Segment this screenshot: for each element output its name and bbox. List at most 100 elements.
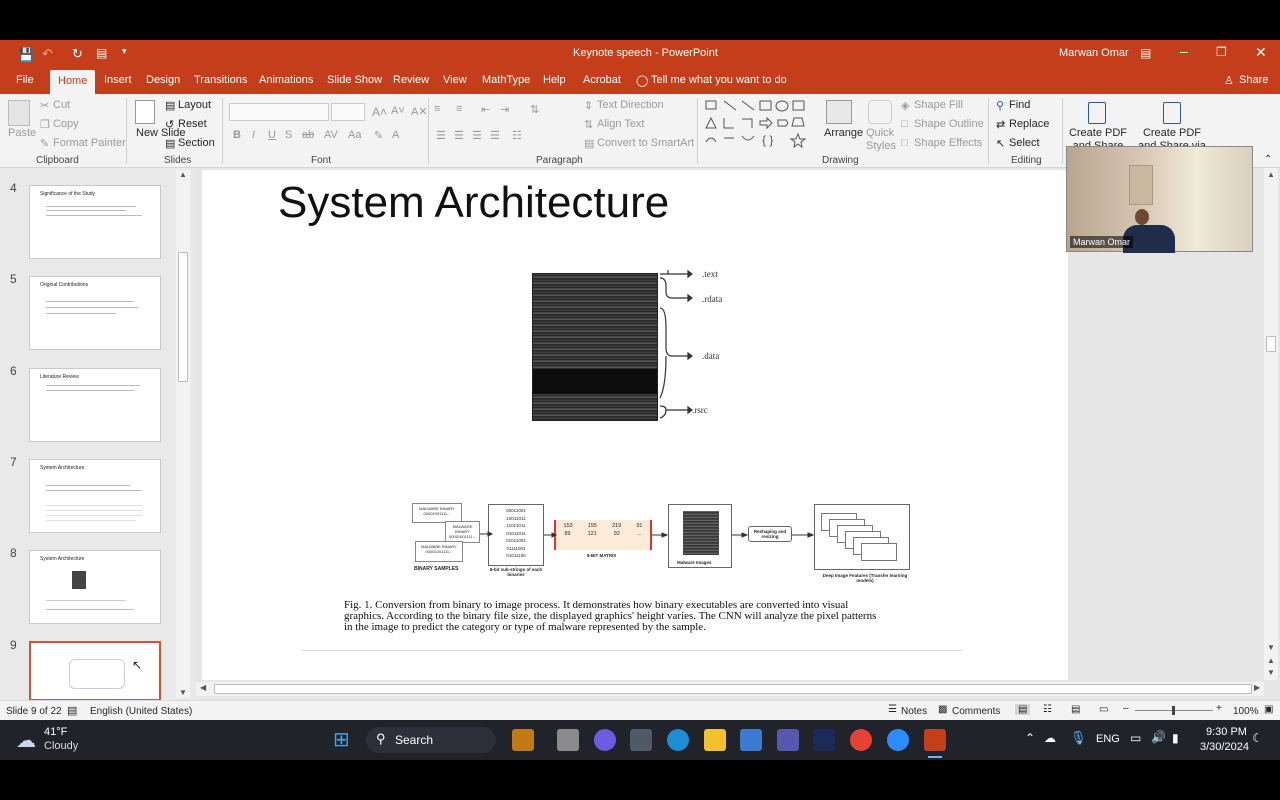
notes-button[interactable]: Notes bbox=[901, 706, 927, 717]
notifications-icon[interactable]: ☾ bbox=[1252, 731, 1263, 745]
shape-outline-button[interactable]: Shape Outline bbox=[914, 118, 984, 130]
strikethrough-icon[interactable]: ab bbox=[302, 129, 314, 141]
chrome-icon[interactable] bbox=[850, 729, 872, 751]
reset-button[interactable]: Reset bbox=[178, 118, 207, 130]
tab-file[interactable]: File bbox=[16, 74, 34, 86]
scrollbar-thumb[interactable] bbox=[214, 684, 1252, 694]
scroll-right-icon[interactable]: ▶ bbox=[1254, 683, 1260, 692]
font-color-icon[interactable]: A bbox=[392, 129, 399, 141]
minimize-button[interactable]: – bbox=[1180, 43, 1188, 59]
weather-temp[interactable]: 41°F bbox=[44, 726, 67, 738]
new-slide-icon[interactable] bbox=[135, 100, 155, 124]
onedrive-icon[interactable]: ☁ bbox=[1044, 731, 1056, 745]
scroll-up-icon[interactable]: ▲ bbox=[1267, 170, 1275, 179]
slide-thumbnail[interactable]: Literature Review bbox=[29, 368, 161, 442]
cut-button[interactable]: Cut bbox=[53, 99, 70, 111]
fit-slide-icon[interactable]: ▣ bbox=[1264, 704, 1273, 715]
scroll-up-icon[interactable]: ▲ bbox=[179, 170, 187, 179]
zoom-app-icon[interactable] bbox=[887, 729, 909, 751]
paste-icon[interactable] bbox=[8, 100, 30, 126]
taskbar-search[interactable]: ⚲ Search bbox=[366, 727, 496, 753]
change-case-icon[interactable]: Aa bbox=[348, 129, 361, 141]
close-button[interactable]: ✕ bbox=[1255, 44, 1267, 61]
tab-insert[interactable]: Insert bbox=[104, 74, 132, 86]
customize-qat-icon[interactable]: ▾ bbox=[122, 46, 127, 57]
reading-view-icon[interactable]: ▤ bbox=[1071, 704, 1080, 715]
columns-icon[interactable]: ☷ bbox=[512, 129, 522, 142]
replace-button[interactable]: Replace bbox=[1009, 118, 1049, 130]
bullets-icon[interactable]: ≡ bbox=[434, 103, 440, 115]
numbering-icon[interactable]: ≡ bbox=[456, 103, 462, 115]
accessibility-icon[interactable]: ▤ bbox=[67, 704, 77, 717]
quick-styles-icon[interactable] bbox=[868, 100, 892, 124]
underline-icon[interactable]: U bbox=[268, 129, 276, 141]
align-right-icon[interactable]: ☰ bbox=[472, 129, 482, 142]
slide-thumbnail[interactable]: System Architecture bbox=[29, 459, 161, 533]
present-icon[interactable]: ▤ bbox=[96, 46, 107, 60]
malware-binary-image[interactable] bbox=[532, 273, 658, 421]
editor-h-scrollbar[interactable]: ◀ ▶ bbox=[196, 682, 1264, 696]
shrink-font-icon[interactable]: A˅ bbox=[391, 105, 405, 117]
tab-help[interactable]: Help bbox=[543, 74, 566, 86]
bold-icon[interactable]: B bbox=[233, 129, 241, 141]
slide-thumbnail[interactable]: System Architecture bbox=[29, 550, 161, 624]
tab-acrobat[interactable]: Acrobat bbox=[583, 74, 621, 86]
tab-transitions[interactable]: Transitions bbox=[194, 74, 247, 86]
section-button[interactable]: Section bbox=[178, 137, 215, 149]
slide-canvas[interactable]: System Architecture .text .rdata .data .… bbox=[202, 170, 1068, 680]
prev-slide-icon[interactable]: ▲ bbox=[1267, 656, 1275, 665]
next-slide-icon[interactable]: ▼ bbox=[1267, 668, 1275, 677]
scroll-left-icon[interactable]: ◀ bbox=[200, 683, 206, 692]
edge-icon[interactable] bbox=[667, 729, 689, 751]
show-hidden-icons-icon[interactable]: ⌃ bbox=[1025, 731, 1035, 745]
video-tile[interactable]: Marwan Omar bbox=[1066, 146, 1253, 253]
paste-button[interactable]: Paste bbox=[8, 127, 36, 139]
shape-fill-button[interactable]: Shape Fill bbox=[914, 99, 963, 111]
collapse-ribbon-icon[interactable]: ⌃ bbox=[1264, 154, 1272, 165]
tab-home[interactable]: Home bbox=[50, 70, 96, 94]
input-language[interactable]: ENG bbox=[1096, 733, 1120, 745]
layout-button[interactable]: Layout bbox=[178, 99, 211, 111]
weather-condition[interactable]: Cloudy bbox=[44, 740, 78, 752]
display-icon[interactable]: ▭ bbox=[1130, 731, 1141, 745]
clock-time[interactable]: 9:30 PM bbox=[1206, 726, 1247, 738]
powerpoint-icon[interactable] bbox=[924, 729, 946, 751]
tab-view[interactable]: View bbox=[443, 74, 467, 86]
format-painter-button[interactable]: Format Painter bbox=[53, 137, 126, 149]
line-spacing-icon[interactable]: ⇅ bbox=[530, 103, 539, 116]
thumb-scrollbar[interactable]: ▲ ▼ bbox=[176, 170, 190, 698]
chat-icon[interactable] bbox=[594, 729, 616, 751]
scrollbar-thumb[interactable] bbox=[1266, 336, 1276, 352]
slideshow-icon[interactable]: ▭ bbox=[1099, 704, 1108, 715]
shapes-gallery[interactable]: { } bbox=[704, 98, 816, 148]
align-left-icon[interactable]: ☰ bbox=[436, 129, 446, 142]
shape-effects-button[interactable]: Shape Effects bbox=[914, 137, 982, 149]
increase-indent-icon[interactable]: ⇥ bbox=[500, 103, 509, 116]
clock-date[interactable]: 3/30/2024 bbox=[1200, 741, 1249, 753]
find-button[interactable]: Find bbox=[1009, 99, 1030, 111]
tab-review[interactable]: Review bbox=[393, 74, 429, 86]
figure-caption[interactable]: Fig. 1. Conversion from binary to image … bbox=[344, 600, 884, 633]
slide-title[interactable]: System Architecture bbox=[278, 178, 669, 228]
redo-icon[interactable]: ↻ bbox=[72, 46, 83, 62]
clear-format-icon[interactable]: A✕ bbox=[411, 105, 428, 118]
decrease-indent-icon[interactable]: ⇤ bbox=[481, 103, 490, 116]
normal-view-icon[interactable]: ▤ bbox=[1015, 704, 1031, 715]
share-button[interactable]: Share bbox=[1239, 74, 1268, 86]
slide-thumbnail[interactable]: Significance of the Study bbox=[29, 185, 161, 259]
zoom-out-icon[interactable]: – bbox=[1123, 703, 1129, 714]
windows-start-icon[interactable]: ⊞ bbox=[333, 727, 350, 752]
zoom-level[interactable]: 100% bbox=[1233, 706, 1259, 717]
slide-thumbnail[interactable]: Original Contributions bbox=[29, 276, 161, 350]
editor-v-scrollbar[interactable]: ▲ ▼ ▲ ▼ bbox=[1264, 168, 1278, 680]
comments-button[interactable]: Comments bbox=[952, 706, 1000, 717]
select-button[interactable]: Select bbox=[1009, 137, 1040, 149]
battery-icon[interactable]: ▮ bbox=[1172, 731, 1179, 745]
slide-sorter-icon[interactable]: ☷ bbox=[1043, 704, 1052, 715]
store-icon[interactable] bbox=[740, 729, 762, 751]
tab-design[interactable]: Design bbox=[146, 74, 180, 86]
slide-thumbnail-pane[interactable]: 4 Significance of the Study 5 Original C… bbox=[0, 168, 196, 701]
arrange-icon[interactable] bbox=[826, 100, 852, 124]
microphone-icon[interactable]: 🎙 bbox=[1070, 730, 1087, 746]
highlight-icon[interactable]: ✎ bbox=[374, 129, 383, 142]
